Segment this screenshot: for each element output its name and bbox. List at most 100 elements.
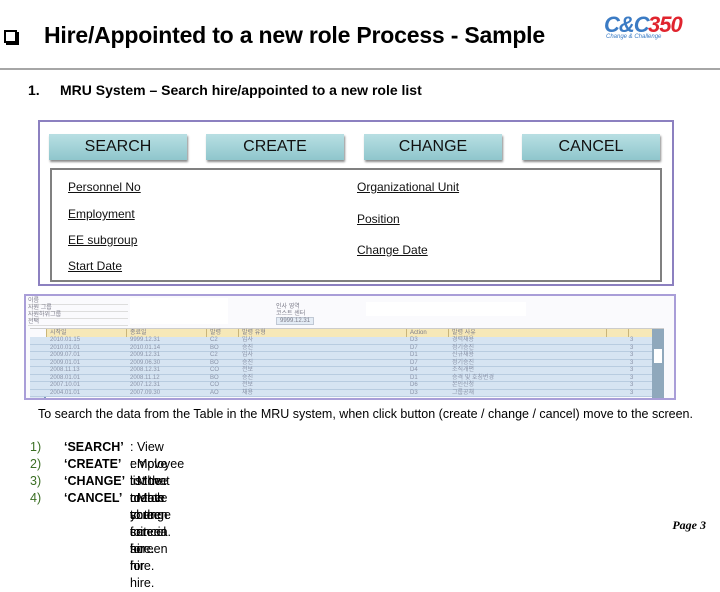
column-header: 발령 사유 — [448, 329, 606, 337]
cell-start: 2009.01.01 — [50, 359, 81, 366]
cell-action: D4 — [410, 367, 418, 373]
cell-start: 2009.07.01 — [50, 352, 81, 358]
cell-flag: 3 — [630, 344, 634, 351]
column-header — [606, 329, 628, 337]
sap-label: 사원 그룹 — [28, 305, 128, 312]
cell-type: 승진 — [242, 359, 254, 366]
table-row[interactable]: 2007.10.01 2007.12.31 CO 전보 D6 본인신청 3 — [30, 382, 652, 390]
cell-start: 2008.11.13 — [50, 367, 80, 373]
page-title: Hire/Appointed to a new role Process - S… — [44, 22, 545, 48]
cell-code: CO — [210, 382, 219, 388]
table-row[interactable]: 2008.01.01 2008.11.12 BO 승진 D1 승격 및 호칭변경 3 — [30, 374, 652, 382]
cell-type: 전보 — [242, 367, 254, 373]
cell-start: 2004.01.01 — [50, 389, 81, 396]
column-header: 시작일 — [46, 329, 126, 337]
cell-type: 승진 — [242, 374, 254, 381]
cell-end: 2007.12.31 — [130, 382, 161, 388]
cell-code: BO — [210, 359, 219, 366]
cell-type: 승진 — [242, 344, 254, 351]
cancel-button[interactable]: CANCEL — [522, 134, 660, 160]
list-value: : Move to the cancel screen for hire. — [130, 491, 168, 590]
cell-start: 2010.01.01 — [50, 344, 81, 351]
cell-start: 2007.10.01 — [50, 382, 81, 388]
cell-end: 2009.06.30 — [130, 359, 161, 366]
cell-end: 9999.12.31 — [130, 337, 161, 343]
table-row[interactable]: 2009.01.01 2009.06.30 BO 승진 D7 정기승진 3 — [30, 359, 652, 367]
table-row[interactable]: 2010.01.01 2010.01.14 BO 승진 D7 정기승진 3 — [30, 344, 652, 352]
create-button[interactable]: CREATE — [206, 134, 344, 160]
cell-code: AO — [210, 389, 219, 396]
sap-input-area-2[interactable] — [366, 302, 526, 316]
field-personnel-no[interactable]: Personnel No — [68, 180, 141, 194]
sap-date-field[interactable]: 9999.12.31 — [276, 317, 315, 325]
cell-end: 2007.09.30 — [130, 389, 161, 396]
cell-flag: 3 — [630, 359, 634, 366]
sap-input-area[interactable] — [130, 298, 228, 324]
cell-action: D3 — [410, 389, 418, 396]
cell-start: 2008.01.01 — [50, 374, 81, 381]
sap-label: 사원하위그룹 — [28, 312, 128, 319]
field-position[interactable]: Position — [357, 212, 400, 226]
table-row[interactable]: 2010.01.15 9999.12.31 C2 입사 D3 경력채용 3 — [30, 337, 652, 345]
mockup-frame: SEARCH CREATE CHANGE CANCEL Personnel No… — [38, 120, 674, 286]
cell-code: BO — [210, 374, 219, 381]
section-heading: 1. MRU System – Search hire/appointed to … — [28, 82, 422, 98]
title-divider — [0, 68, 720, 70]
table-row[interactable]: 2008.11.13 2008.12.31 CO 전보 D4 조직개편 3 — [30, 367, 652, 375]
logo-tagline: Change & Challenge — [606, 34, 662, 40]
field-organizational-unit[interactable]: Organizational Unit — [357, 180, 459, 194]
cell-reason: 본인신청 — [452, 382, 475, 388]
table-row[interactable]: 2009.07.01 2009.12.31 C2 입사 D1 신규채용 3 — [30, 352, 652, 360]
cell-reason: 정기승진 — [452, 359, 475, 366]
cell-reason: 경력채용 — [452, 337, 475, 343]
scrollbar[interactable] — [652, 329, 664, 398]
cell-end: 2010.01.14 — [130, 344, 161, 351]
sap-label: 인사 영역 — [276, 304, 300, 310]
cell-end: 2009.12.31 — [130, 352, 161, 358]
cell-end: 2008.11.12 — [130, 374, 160, 381]
scrollbar-thumb[interactable] — [654, 349, 662, 363]
cell-start: 2010.01.15 — [50, 337, 81, 343]
field-employment[interactable]: Employment — [68, 207, 135, 221]
sap-result-table: 시작일 종료일 발령 발령 유형 Action 발령 사유 2010.01.15… — [30, 328, 664, 398]
section-number: 1. — [28, 82, 40, 98]
list-number: 4) — [30, 491, 42, 505]
table-row[interactable]: 2004.01.01 2007.09.30 AO 채용 D3 그룹공채 3 — [30, 389, 652, 397]
search-button[interactable]: SEARCH — [49, 134, 187, 160]
cell-code: CO — [210, 367, 219, 373]
field-start-date[interactable]: Start Date — [68, 259, 122, 273]
description-text: To search the data from the Table in the… — [38, 407, 693, 421]
cell-action: D1 — [410, 374, 418, 381]
cell-flag: 3 — [630, 374, 634, 381]
cell-action: D1 — [410, 352, 418, 358]
sap-label: 이름 — [28, 298, 128, 305]
cell-action: D3 — [410, 337, 418, 343]
column-header: 종료일 — [126, 329, 206, 337]
column-header: 발령 — [206, 329, 238, 337]
field-ee-subgroup[interactable]: EE subgroup — [68, 233, 137, 247]
column-header: 발령 유형 — [238, 329, 406, 337]
list-number: 1) — [30, 440, 42, 454]
column-header — [628, 329, 652, 337]
sap-filter-labels: 이름 사원 그룹 사원하위그룹 선택 — [28, 298, 128, 326]
sap-screenshot: 이름 사원 그룹 사원하위그룹 선택 인사 영역 코스트 센터 9999.12.… — [24, 294, 676, 400]
sap-right-labels: 인사 영역 코스트 센터 9999.12.31 — [276, 304, 315, 325]
cell-flag: 3 — [630, 389, 634, 396]
column-header: Action — [406, 329, 448, 337]
cell-reason: 승격 및 호칭변경 — [452, 374, 494, 381]
page-number: Page 3 — [672, 518, 706, 532]
section-heading-text: MRU System – Search hire/appointed to a … — [60, 82, 422, 98]
cell-type: 입사 — [242, 352, 254, 358]
cell-end: 2008.12.31 — [130, 367, 161, 373]
cell-flag: 3 — [630, 367, 634, 373]
list-key: ‘CREATE’ — [64, 457, 122, 471]
cell-reason: 그룹공채 — [452, 389, 475, 396]
cell-flag: 3 — [630, 352, 634, 358]
change-button[interactable]: CHANGE — [364, 134, 502, 160]
field-change-date[interactable]: Change Date — [357, 243, 428, 257]
sap-label: 선택 — [28, 319, 128, 326]
cell-reason: 신규채용 — [452, 352, 475, 358]
cell-code: BO — [210, 344, 219, 351]
cell-reason: 정기승진 — [452, 344, 475, 351]
list-number: 2) — [30, 457, 42, 471]
